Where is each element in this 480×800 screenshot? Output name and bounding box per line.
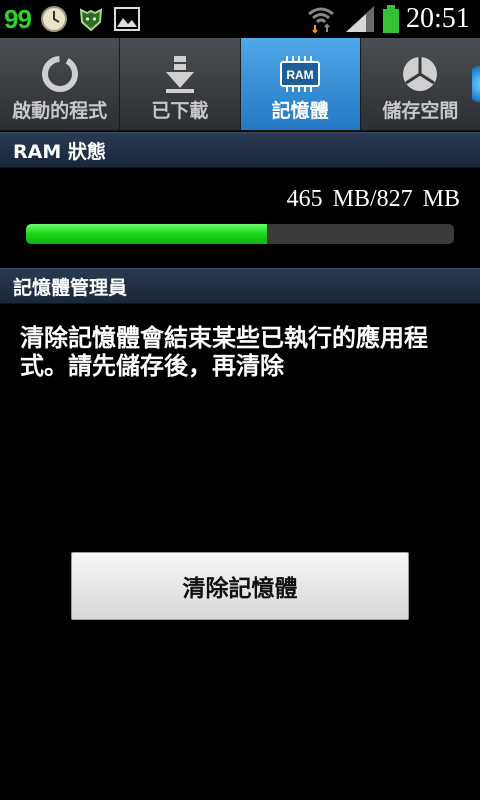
tab-storage[interactable]: 儲存空間 [361, 38, 480, 130]
tab-label: 啟動的程式 [12, 100, 108, 122]
battery-icon [381, 0, 401, 38]
wifi-icon [306, 0, 336, 38]
tab-running-apps[interactable]: 啟動的程式 [0, 38, 121, 130]
notification-badge: 99 [4, 3, 32, 34]
ram-progress-fill [26, 224, 267, 244]
tiger-app-icon [77, 0, 105, 38]
image-icon [113, 0, 141, 38]
memory-manager-header: 記憶體管理員 [0, 268, 480, 304]
clock-time: 20:51 [406, 3, 470, 34]
status-bar: 99 20:51 [0, 0, 480, 38]
ram-status-title: RAM 狀態 [13, 140, 106, 163]
download-icon [160, 54, 200, 94]
ram-usage-text: 465 MB/827 MB [286, 186, 460, 212]
tab-label: 儲存空間 [382, 100, 459, 122]
tab-memory[interactable]: RAM 記憶體 [240, 38, 361, 130]
scroll-glow-indicator [472, 58, 480, 110]
clock-icon [40, 0, 68, 38]
memory-manager-title: 記憶體管理員 [13, 276, 128, 299]
signal-icon [344, 0, 376, 38]
ram-chip-label: RAM [286, 68, 313, 82]
ram-progress-bar [26, 224, 454, 244]
tab-label: 記憶體 [271, 100, 329, 122]
running-apps-icon [40, 54, 80, 94]
storage-pie-icon [400, 54, 440, 94]
tab-downloaded[interactable]: 已下載 [120, 38, 241, 130]
tab-bar: 啟動的程式 已下載 RAM 記憶體 儲存空間 [0, 38, 480, 131]
ram-chip-icon: RAM [278, 54, 322, 94]
clear-memory-button[interactable]: 清除記憶體 [71, 552, 409, 620]
tab-label: 已下載 [151, 100, 209, 122]
clear-memory-description: 清除記憶體會結束某些已執行的應用程式。請先儲存後，再清除 [20, 324, 428, 380]
ram-status-header: RAM 狀態 [0, 132, 480, 168]
